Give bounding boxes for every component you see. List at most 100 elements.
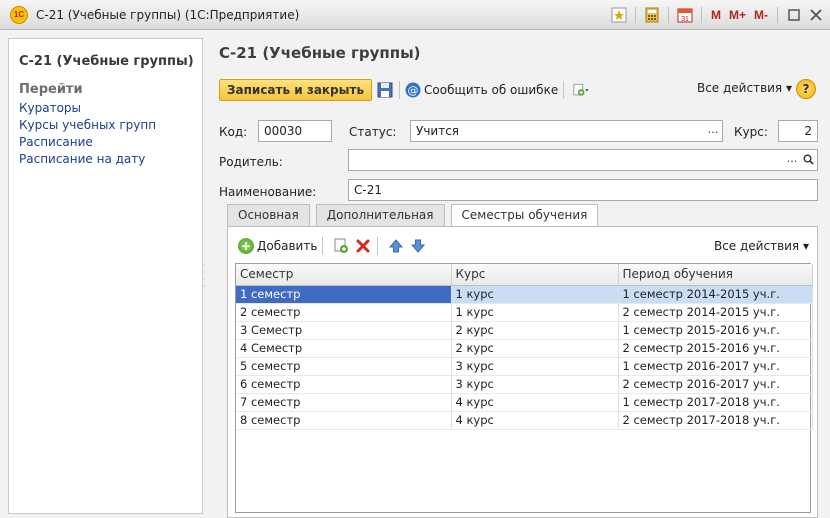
nav-link-schedule[interactable]: Расписание [19, 134, 156, 151]
status-select-button[interactable]: … [705, 122, 721, 140]
parent-label: Родитель: [219, 155, 283, 169]
app-logo-icon[interactable]: 1С [10, 5, 28, 24]
email-at-icon: @ [405, 82, 421, 98]
cell-course[interactable]: 3 курс [451, 375, 619, 394]
window-title: С-21 (Учебные группы) (1С:Предприятие) [36, 7, 300, 22]
cell-course[interactable]: 4 курс [451, 411, 619, 430]
help-icon[interactable]: ? [796, 79, 816, 99]
form-command-bar: Записать и закрыть @ Сообщить об ошибке … [219, 78, 818, 102]
column-header-period[interactable]: Период обучения [618, 264, 813, 286]
cell-semester[interactable]: 2 семестр [236, 303, 452, 322]
cell-period[interactable]: 2 семестр 2015-2016 уч.г. [618, 339, 813, 358]
nav-link-curators[interactable]: Кураторы [19, 100, 156, 117]
cell-period[interactable]: 1 семестр 2017-2018 уч.г. [618, 393, 813, 412]
code-label: Код: [219, 125, 248, 139]
code-field[interactable]: 00030 [258, 120, 332, 142]
separator [634, 7, 636, 23]
save-icon[interactable] [376, 81, 394, 99]
copy-icon[interactable] [332, 237, 350, 255]
parent-select-button[interactable]: … [784, 151, 800, 169]
semesters-table: Семестр Курс Период обучения 1 семестр 1… [235, 263, 813, 513]
separator [377, 237, 379, 255]
cell-semester[interactable]: 3 Семестр [236, 321, 452, 340]
delete-icon[interactable] [354, 237, 372, 255]
separator [563, 81, 565, 99]
table-header-row: Семестр Курс Период обучения [236, 264, 813, 286]
cell-semester[interactable]: 6 семестр [236, 375, 452, 394]
nav-link-group-courses[interactable]: Курсы учебных групп [19, 117, 156, 134]
move-down-icon[interactable] [409, 237, 427, 255]
memory-m-button[interactable]: M [708, 8, 724, 22]
title-bar: 1С С-21 (Учебные группы) (1С:Предприятие… [0, 0, 830, 30]
attachment-dropdown-icon[interactable] [573, 81, 591, 99]
table-all-actions-menu[interactable]: Все действия ▾ [714, 239, 809, 253]
close-icon[interactable] [806, 5, 826, 25]
cell-semester[interactable]: 4 Семестр [236, 339, 452, 358]
cell-course[interactable]: 4 курс [451, 393, 619, 412]
table-toolbar: + Добавить [238, 235, 427, 257]
table-row[interactable]: 8 семестр 4 курс 2 семестр 2017-2018 уч.… [236, 411, 813, 430]
tab-semesters[interactable]: Семестры обучения [450, 204, 599, 227]
cell-period[interactable]: 2 семестр 2017-2018 уч.г. [618, 411, 813, 430]
parent-field[interactable]: … [348, 149, 818, 171]
cell-period[interactable]: 2 семестр 2014-2015 уч.г. [618, 303, 813, 322]
cell-period[interactable]: 1 семестр 2014-2015 уч.г. [618, 285, 813, 304]
table-row[interactable]: 4 Семестр 2 курс 2 семестр 2015-2016 уч.… [236, 339, 813, 358]
course-field[interactable]: 2 [778, 120, 818, 142]
svg-text:@: @ [408, 84, 419, 97]
cell-course[interactable]: 1 курс [451, 285, 619, 304]
report-error-label: Сообщить об ошибке [424, 83, 559, 97]
table-row[interactable]: 1 семестр 1 курс 1 семестр 2014-2015 уч.… [236, 285, 813, 304]
parent-search-icon[interactable] [800, 151, 816, 169]
table-row[interactable]: 3 Семестр 2 курс 1 семестр 2015-2016 уч.… [236, 321, 813, 340]
tab-page-semesters: + Добавить Все действия ▾ Семестр Курс П… [227, 226, 818, 518]
separator [700, 7, 702, 23]
cell-period[interactable]: 1 семестр 2016-2017 уч.г. [618, 357, 813, 376]
add-icon: + [238, 238, 254, 254]
tab-strip: Основная Дополнительная Семестры обучени… [227, 204, 604, 227]
nav-section-title: Перейти [19, 82, 83, 97]
separator [667, 7, 669, 23]
status-value: Учится [416, 124, 460, 138]
table-row[interactable]: 7 семестр 4 курс 1 семестр 2017-2018 уч.… [236, 393, 813, 412]
separator [399, 81, 401, 99]
cell-course[interactable]: 3 курс [451, 357, 619, 376]
calculator-icon[interactable] [642, 5, 662, 25]
table-row[interactable]: 2 семестр 1 курс 2 семестр 2014-2015 уч.… [236, 303, 813, 322]
cell-course[interactable]: 2 курс [451, 339, 619, 358]
move-up-icon[interactable] [387, 237, 405, 255]
table-row[interactable]: 5 семестр 3 курс 1 семестр 2016-2017 уч.… [236, 357, 813, 376]
cell-semester[interactable]: 5 семестр [236, 357, 452, 376]
status-field[interactable]: Учится … [410, 120, 723, 142]
course-label: Курс: [734, 125, 768, 139]
favorites-icon[interactable] [609, 5, 629, 25]
save-and-close-button[interactable]: Записать и закрыть [219, 79, 373, 101]
add-label: Добавить [257, 239, 318, 253]
cell-course[interactable]: 2 курс [451, 321, 619, 340]
column-header-course[interactable]: Курс [451, 264, 619, 286]
cell-semester[interactable]: 8 семестр [236, 411, 452, 430]
add-button[interactable]: + Добавить [238, 238, 317, 254]
tab-additional[interactable]: Дополнительная [315, 204, 445, 226]
cell-course[interactable]: 1 курс [451, 303, 619, 322]
table-row[interactable]: 6 семестр 3 курс 2 семестр 2016-2017 уч.… [236, 375, 813, 394]
report-error-button[interactable]: @ Сообщить об ошибке [405, 82, 558, 98]
cell-period[interactable]: 1 семестр 2015-2016 уч.г. [618, 321, 813, 340]
nav-link-schedule-by-date[interactable]: Расписание на дату [19, 151, 156, 168]
maximize-icon[interactable] [784, 5, 804, 25]
nav-title: С-21 (Учебные группы) [19, 54, 194, 69]
cell-semester[interactable]: 7 семестр [236, 393, 452, 412]
form-area: С-21 (Учебные группы) Записать и закрыть… [207, 38, 830, 518]
name-label: Наименование: [219, 185, 317, 199]
column-header-semester[interactable]: Семестр [236, 264, 452, 286]
name-field[interactable]: С-21 [348, 179, 818, 201]
all-actions-menu[interactable]: Все действия ▾ [697, 81, 792, 95]
navigation-panel: С-21 (Учебные группы) Перейти Кураторы К… [8, 38, 203, 514]
calendar-icon[interactable]: 31 [675, 5, 695, 25]
cell-period[interactable]: 2 семестр 2016-2017 уч.г. [618, 375, 813, 394]
title-tools: 31 M M+ M- [609, 5, 826, 25]
memory-plus-button[interactable]: M+ [726, 8, 749, 22]
memory-minus-button[interactable]: M- [751, 8, 771, 22]
cell-semester[interactable]: 1 семестр [236, 285, 452, 304]
tab-main[interactable]: Основная [227, 204, 310, 226]
